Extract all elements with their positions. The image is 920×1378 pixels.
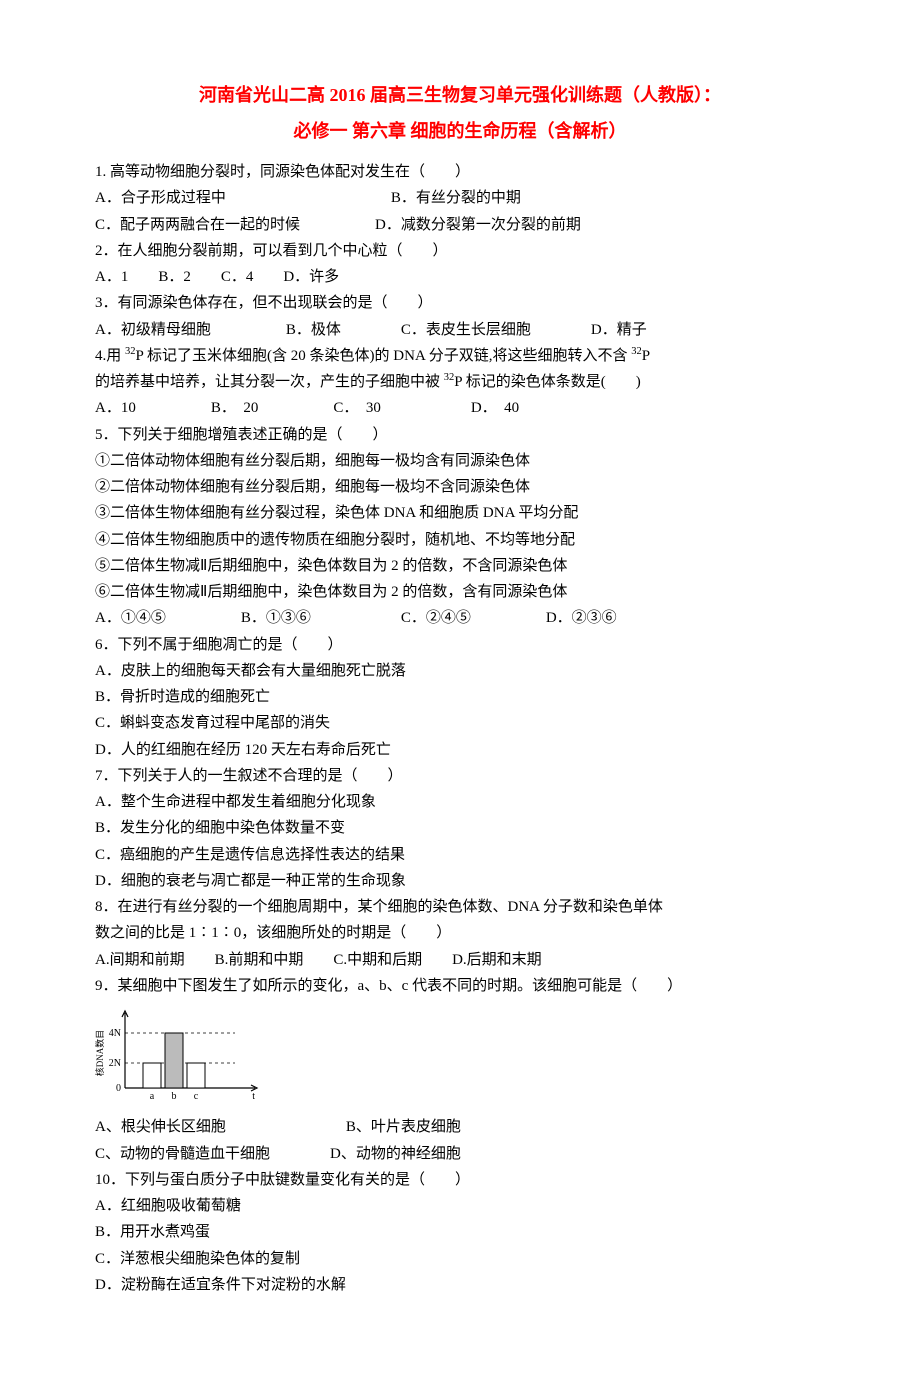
- q9-opt-c: C、动物的骨髓造血干细胞: [95, 1146, 270, 1162]
- svg-text:b: b: [172, 1091, 177, 1102]
- q9-opt-d: D、动物的神经细胞: [330, 1146, 461, 1162]
- q9-stem: 9．某细胞中下图发生了如所示的变化，a、b、c 代表不同的时期。该细胞可能是（ …: [95, 973, 825, 999]
- q3-options: A．初级精母细胞 B．极体 C．表皮生长层细胞 D．精子: [95, 317, 825, 343]
- q4-stem-line1: 4.用 32P 标记了玉米体细胞(含 20 条染色体)的 DNA 分子双链,将这…: [95, 343, 825, 369]
- svg-text:核DNA数目: 核DNA数目: [95, 1030, 105, 1077]
- q9-opt-b: B、叶片表皮细胞: [346, 1119, 461, 1135]
- q5-l2: ②二倍体动物体细胞有丝分裂后期，细胞每一极均不含同源染色体: [95, 474, 825, 500]
- q4-stem-line2: 的培养基中培养，让其分裂一次，产生的子细胞中被 32P 标记的染色体条数是( ): [95, 369, 825, 395]
- svg-text:a: a: [150, 1091, 155, 1102]
- svg-text:4N: 4N: [109, 1028, 121, 1039]
- svg-text:2N: 2N: [109, 1058, 121, 1069]
- q3-stem: 3．有同源染色体存在，但不出现联会的是（ ）: [95, 290, 825, 316]
- q2-options: A．1 B．2 C．4 D．许多: [95, 264, 825, 290]
- q6-opt-c: C．蝌蚪变态发育过程中尾部的消失: [95, 710, 825, 736]
- q10-opt-d: D．淀粉酶在适宜条件下对淀粉的水解: [95, 1272, 825, 1298]
- title-main: 河南省光山二高 2016 届高三生物复习单元强化训练题（人教版）：: [95, 80, 825, 112]
- q5-stem: 5．下列关于细胞增殖表述正确的是（ ）: [95, 422, 825, 448]
- svg-text:t: t: [252, 1091, 255, 1102]
- q4-options: A．10 B． 20 C． 30 D． 40: [95, 395, 825, 421]
- q10-stem: 10．下列与蛋白质分子中肽键数量变化有关的是（ ）: [95, 1167, 825, 1193]
- q6-opt-a: A．皮肤上的细胞每天都会有大量细胞死亡脱落: [95, 658, 825, 684]
- q6-opt-d: D．人的红细胞在经历 120 天左右寿命后死亡: [95, 737, 825, 763]
- q5-l6: ⑥二倍体生物减Ⅱ后期细胞中，染色体数目为 2 的倍数，含有同源染色体: [95, 579, 825, 605]
- q1-opt-c: C．配子两两融合在一起的时候: [95, 217, 300, 233]
- q1-options: A．合子形成过程中 B．有丝分裂的中期: [95, 185, 825, 211]
- q10-opt-c: C．洋葱根尖细胞染色体的复制: [95, 1246, 825, 1272]
- q5-l1: ①二倍体动物体细胞有丝分裂后期，细胞每一极均含有同源染色体: [95, 448, 825, 474]
- q5-options: A．①④⑤ B．①③⑥ C．②④⑤ D．②③⑥: [95, 605, 825, 631]
- q10-opt-a: A．红细胞吸收葡萄糖: [95, 1193, 825, 1219]
- svg-text:0: 0: [116, 1083, 121, 1094]
- q9-opt-a: A、根尖伸长区细胞: [95, 1119, 226, 1135]
- q9-options-1: A、根尖伸长区细胞 B、叶片表皮细胞: [95, 1114, 825, 1140]
- q7-stem: 7．下列关于人的一生叙述不合理的是（ ）: [95, 763, 825, 789]
- q9-options-2: C、动物的骨髓造血干细胞 D、动物的神经细胞: [95, 1141, 825, 1167]
- q7-opt-b: B．发生分化的细胞中染色体数量不变: [95, 815, 825, 841]
- q1-opt-a: A．合子形成过程中: [95, 190, 226, 206]
- q7-opt-c: C．癌细胞的产生是遗传信息选择性表达的结果: [95, 842, 825, 868]
- q1-options-2: C．配子两两融合在一起的时候 D．减数分裂第一次分裂的前期: [95, 212, 825, 238]
- q8-stem-line1: 8．在进行有丝分裂的一个细胞周期中，某个细胞的染色体数、DNA 分子数和染色单体: [95, 894, 825, 920]
- q5-l4: ④二倍体生物细胞质中的遗传物质在细胞分裂时，随机地、不均等地分配: [95, 527, 825, 553]
- q5-l3: ③二倍体生物体细胞有丝分裂过程，染色体 DNA 和细胞质 DNA 平均分配: [95, 500, 825, 526]
- q7-opt-a: A．整个生命进程中都发生着细胞分化现象: [95, 789, 825, 815]
- svg-text:c: c: [194, 1091, 199, 1102]
- q10-opt-b: B．用开水煮鸡蛋: [95, 1219, 825, 1245]
- q1-stem: 1. 高等动物细胞分裂时，同源染色体配对发生在（ ）: [95, 159, 825, 185]
- q7-opt-d: D．细胞的衰老与凋亡都是一种正常的生命现象: [95, 868, 825, 894]
- q1-opt-d: D．减数分裂第一次分裂的前期: [375, 217, 581, 233]
- q3-opt-c: C．表皮生长层细胞: [401, 322, 531, 338]
- q2-stem: 2．在人细胞分裂前期，可以看到几个中心粒（ ）: [95, 238, 825, 264]
- title-sub: 必修一 第六章 细胞的生命历程（含解析）: [95, 116, 825, 148]
- q9-chart: 核DNA数目 0 2N 4N a b c t: [95, 1003, 825, 1112]
- q1-opt-b: B．有丝分裂的中期: [391, 190, 521, 206]
- q5-l5: ⑤二倍体生物减Ⅱ后期细胞中，染色体数目为 2 的倍数，不含同源染色体: [95, 553, 825, 579]
- q3-opt-b: B．极体: [286, 322, 341, 338]
- q8-stem-line2: 数之间的比是 1∶1∶0，该细胞所处的时期是（ ）: [95, 920, 825, 946]
- q6-opt-b: B．骨折时造成的细胞死亡: [95, 684, 825, 710]
- q3-opt-a: A．初级精母细胞: [95, 322, 211, 338]
- q3-opt-d: D．精子: [591, 322, 647, 338]
- q6-stem: 6．下列不属于细胞凋亡的是（ ）: [95, 632, 825, 658]
- q8-options: A.间期和前期 B.前期和中期 C.中期和后期 D.后期和末期: [95, 947, 825, 973]
